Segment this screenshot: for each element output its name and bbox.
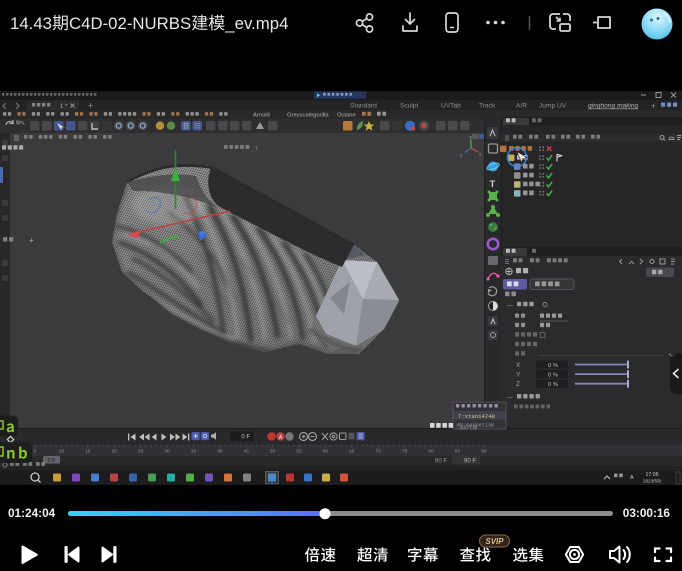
svg-text:+: + (88, 101, 93, 111)
svg-text:20: 20 (111, 448, 117, 454)
svg-text:17:06: 17:06 (646, 472, 659, 478)
svg-text:0 %: 0 % (548, 373, 558, 379)
svg-text:Jump UV: Jump UV (539, 103, 567, 110)
svg-text:Z: Z (516, 381, 520, 388)
svg-text:0 F: 0 F (241, 435, 250, 441)
svg-text:A/R: A/R (516, 103, 527, 110)
svg-text:A: A (630, 475, 634, 481)
svg-text:65: 65 (349, 448, 355, 454)
svg-text:15: 15 (85, 448, 91, 454)
svg-text:: 360°Off: : 360°Off (456, 426, 478, 432)
svg-text:Standard: Standard (350, 103, 377, 110)
svg-text:Octane: Octane (337, 112, 356, 118)
svg-text:03:00:16: 03:00:16 (623, 506, 671, 520)
svg-text:55: 55 (296, 448, 302, 454)
svg-text:—: — (507, 303, 513, 309)
svg-text:T:xtan14748: T:xtan14748 (458, 413, 495, 420)
svg-text:90 F: 90 F (435, 459, 447, 465)
svg-text:90: 90 (481, 448, 487, 454)
svg-text:85: 85 (455, 448, 461, 454)
svg-text:0 %: 0 % (548, 382, 558, 388)
svg-text:UVTab: UVTab (441, 103, 461, 110)
svg-text:80: 80 (428, 448, 434, 454)
svg-text:45: 45 (243, 448, 249, 454)
svg-text:SVIP: SVIP (485, 537, 504, 546)
svg-text:60: 60 (323, 448, 329, 454)
svg-text:50: 50 (270, 448, 276, 454)
svg-text:Sculpt: Sculpt (400, 103, 418, 110)
svg-text:0 %: 0 % (548, 363, 558, 369)
svg-text:2023/5/8: 2023/5/8 (643, 479, 661, 484)
svg-text:40: 40 (217, 448, 223, 454)
svg-text:+: + (651, 102, 656, 111)
svg-text:25: 25 (138, 448, 144, 454)
svg-text:90 F: 90 F (464, 459, 476, 465)
svg-text:75: 75 (402, 448, 408, 454)
svg-text:0 F: 0 F (48, 458, 56, 464)
svg-text:—: — (507, 395, 513, 401)
svg-text:Track: Track (479, 103, 496, 110)
svg-text:14.43: 14.43 (10, 14, 52, 33)
svg-text:5: 5 (34, 448, 37, 454)
svg-text:x: x (479, 152, 482, 158)
svg-text:01:24:04: 01:24:04 (8, 506, 56, 520)
svg-text:_ev.mp4: _ev.mp4 (224, 14, 288, 33)
svg-text:X: X (516, 362, 521, 369)
svg-text:T: T (490, 179, 496, 190)
svg-text:35: 35 (191, 448, 197, 454)
svg-text:1 *: 1 * (60, 104, 68, 110)
svg-text:Arnold: Arnold (253, 112, 270, 118)
svg-text:C4D-02-NURBS: C4D-02-NURBS (69, 14, 191, 33)
svg-text:Y: Y (516, 372, 521, 379)
svg-text:30: 30 (164, 448, 170, 454)
svg-text:: 7: : 7 (252, 147, 258, 153)
svg-text:10: 10 (59, 448, 65, 454)
svg-text:qinghong making: qinghong making (588, 103, 639, 110)
svg-text:Greyscalegorilla: Greyscalegorilla (287, 112, 329, 118)
svg-text:+: + (29, 236, 34, 245)
svg-text:z: z (460, 153, 463, 159)
svg-text:70: 70 (375, 448, 381, 454)
